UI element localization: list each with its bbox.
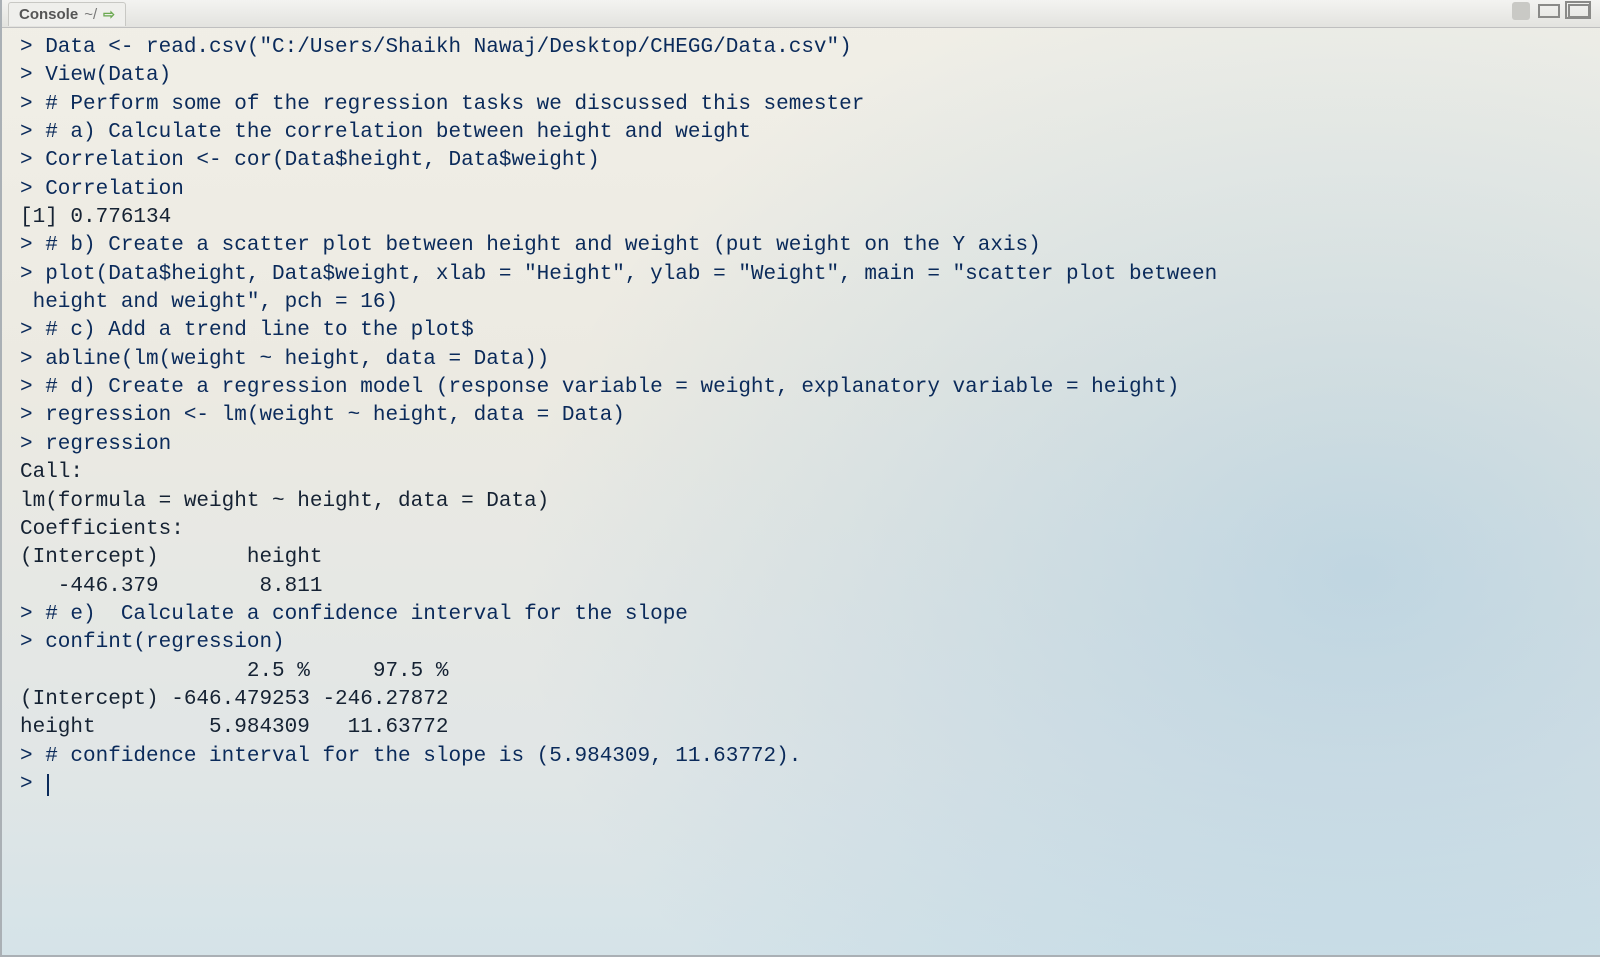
- console-line: > Correlation: [20, 176, 1582, 204]
- console-line: > confint(regression): [20, 629, 1582, 657]
- console-line: height 5.984309 11.63772: [20, 714, 1582, 742]
- console-line: > regression <- lm(weight ~ height, data…: [20, 402, 1582, 430]
- console-line: > abline(lm(weight ~ height, data = Data…: [20, 346, 1582, 374]
- console-line: > # confidence interval for the slope is…: [20, 743, 1582, 771]
- prompt-symbol: >: [20, 773, 45, 796]
- console-line: > # a) Calculate the correlation between…: [20, 119, 1582, 147]
- console-line: > # e) Calculate a confidence interval f…: [20, 601, 1582, 629]
- maximize-icon[interactable]: [1568, 4, 1590, 18]
- console-line: > # Perform some of the regression tasks…: [20, 91, 1582, 119]
- console-output[interactable]: > Data <- read.csv("C:/Users/Shaikh Nawa…: [2, 28, 1600, 799]
- console-line: > plot(Data$height, Data$weight, xlab = …: [20, 261, 1582, 289]
- window-controls: [1512, 2, 1590, 20]
- console-line: > View(Data): [20, 62, 1582, 90]
- console-line: > # c) Add a trend line to the plot$: [20, 317, 1582, 345]
- console-line: > regression: [20, 431, 1582, 459]
- minimize-icon[interactable]: [1538, 4, 1560, 18]
- console-line: > Data <- read.csv("C:/Users/Shaikh Nawa…: [20, 34, 1582, 62]
- tab-arrow-icon: ⇨: [103, 6, 115, 23]
- console-line: [1] 0.776134: [20, 204, 1582, 232]
- tab-working-dir: ~/: [84, 6, 97, 23]
- tab-console[interactable]: Console ~/ ⇨: [8, 2, 126, 26]
- console-line: height and weight", pch = 16): [20, 289, 1582, 317]
- tab-bar: Console ~/ ⇨: [2, 0, 1600, 28]
- console-line: -446.379 8.811: [20, 573, 1582, 601]
- console-line: >: [20, 771, 1582, 799]
- console-line: (Intercept) -646.479253 -246.27872: [20, 686, 1582, 714]
- console-line: > Correlation <- cor(Data$height, Data$w…: [20, 147, 1582, 175]
- console-line: 2.5 % 97.5 %: [20, 658, 1582, 686]
- console-line: > # d) Create a regression model (respon…: [20, 374, 1582, 402]
- console-line: > # b) Create a scatter plot between hei…: [20, 232, 1582, 260]
- clear-console-icon[interactable]: [1512, 2, 1530, 20]
- console-line: (Intercept) height: [20, 544, 1582, 572]
- console-line: lm(formula = weight ~ height, data = Dat…: [20, 488, 1582, 516]
- tab-title: Console: [19, 6, 78, 23]
- console-line: Coefficients:: [20, 516, 1582, 544]
- console-pane: Console ~/ ⇨ > Data <- read.csv("C:/User…: [0, 0, 1600, 957]
- console-line: Call:: [20, 459, 1582, 487]
- text-cursor: [47, 774, 49, 796]
